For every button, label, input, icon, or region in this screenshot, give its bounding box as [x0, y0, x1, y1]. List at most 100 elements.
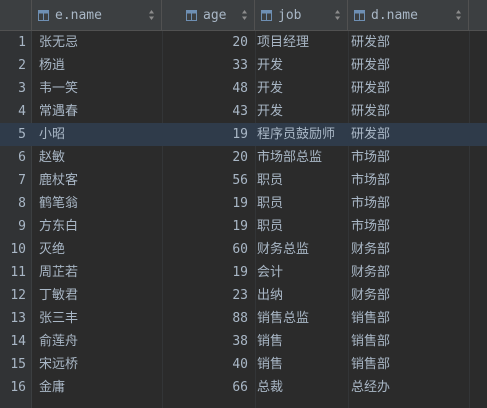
- cell-e-name[interactable]: 周芷若: [39, 261, 157, 284]
- table-row[interactable]: 12 丁敏君 23 出纳 财务部: [0, 284, 487, 307]
- column-header-age[interactable]: age: [162, 0, 255, 30]
- row-number[interactable]: 12: [0, 284, 26, 307]
- column-header-e-name[interactable]: e.name: [32, 0, 162, 30]
- cell-age[interactable]: 33: [162, 54, 248, 77]
- row-number[interactable]: 5: [0, 123, 26, 146]
- row-number[interactable]: 2: [0, 54, 26, 77]
- cell-e-name[interactable]: 鹤笔翁: [39, 192, 157, 215]
- cell-job[interactable]: 总裁: [257, 376, 347, 399]
- table-row[interactable]: 16 金庸 66 总裁 总经办: [0, 376, 487, 399]
- cell-d-name[interactable]: 研发部: [351, 77, 461, 100]
- cell-job[interactable]: 项目经理: [257, 31, 347, 54]
- cell-e-name[interactable]: 丁敏君: [39, 284, 157, 307]
- row-number[interactable]: 11: [0, 261, 26, 284]
- cell-age[interactable]: 23: [162, 284, 248, 307]
- cell-age[interactable]: 66: [162, 376, 248, 399]
- table-row[interactable]: 15 宋远桥 40 销售 销售部: [0, 353, 487, 376]
- cell-d-name[interactable]: 市场部: [351, 146, 461, 169]
- cell-job[interactable]: 财务总监: [257, 238, 347, 261]
- table-row[interactable]: 8 鹤笔翁 19 职员 市场部: [0, 192, 487, 215]
- row-number[interactable]: 10: [0, 238, 26, 261]
- cell-e-name[interactable]: 张三丰: [39, 307, 157, 330]
- cell-age[interactable]: 88: [162, 307, 248, 330]
- cell-age[interactable]: 19: [162, 123, 248, 146]
- cell-job[interactable]: 销售: [257, 330, 347, 353]
- table-row[interactable]: 6 赵敏 20 市场部总监 市场部: [0, 146, 487, 169]
- row-number[interactable]: 9: [0, 215, 26, 238]
- row-number[interactable]: 8: [0, 192, 26, 215]
- cell-job[interactable]: 职员: [257, 215, 347, 238]
- table-row[interactable]: 9 方东白 19 职员 市场部: [0, 215, 487, 238]
- row-number[interactable]: 4: [0, 100, 26, 123]
- row-number[interactable]: 15: [0, 353, 26, 376]
- cell-e-name[interactable]: 常遇春: [39, 100, 157, 123]
- column-header-d-name[interactable]: d.name: [348, 0, 469, 30]
- cell-d-name[interactable]: 销售部: [351, 353, 461, 376]
- table-row[interactable]: 7 鹿杖客 56 职员 市场部: [0, 169, 487, 192]
- cell-job[interactable]: 开发: [257, 54, 347, 77]
- cell-age[interactable]: 40: [162, 353, 248, 376]
- row-number[interactable]: 3: [0, 77, 26, 100]
- sort-icon[interactable]: [455, 9, 462, 21]
- row-number[interactable]: 1: [0, 31, 26, 54]
- cell-job[interactable]: 职员: [257, 169, 347, 192]
- cell-e-name[interactable]: 金庸: [39, 376, 157, 399]
- cell-d-name[interactable]: 销售部: [351, 330, 461, 353]
- sort-icon[interactable]: [148, 9, 155, 21]
- cell-job[interactable]: 市场部总监: [257, 146, 347, 169]
- cell-d-name[interactable]: 市场部: [351, 215, 461, 238]
- cell-d-name[interactable]: 研发部: [351, 123, 461, 146]
- cell-e-name[interactable]: 韦一笑: [39, 77, 157, 100]
- cell-e-name[interactable]: 俞莲舟: [39, 330, 157, 353]
- row-number[interactable]: 14: [0, 330, 26, 353]
- cell-age[interactable]: 20: [162, 31, 248, 54]
- cell-d-name[interactable]: 财务部: [351, 284, 461, 307]
- table-row[interactable]: 4 常遇春 43 开发 研发部: [0, 100, 487, 123]
- cell-d-name[interactable]: 研发部: [351, 31, 461, 54]
- cell-e-name[interactable]: 灭绝: [39, 238, 157, 261]
- sort-icon[interactable]: [241, 9, 248, 21]
- cell-age[interactable]: 19: [162, 261, 248, 284]
- row-number[interactable]: 6: [0, 146, 26, 169]
- cell-d-name[interactable]: 销售部: [351, 307, 461, 330]
- cell-e-name[interactable]: 杨逍: [39, 54, 157, 77]
- cell-e-name[interactable]: 赵敏: [39, 146, 157, 169]
- cell-age[interactable]: 48: [162, 77, 248, 100]
- cell-d-name[interactable]: 财务部: [351, 261, 461, 284]
- cell-e-name[interactable]: 宋远桥: [39, 353, 157, 376]
- cell-job[interactable]: 开发: [257, 100, 347, 123]
- table-row[interactable]: 5 小昭 19 程序员鼓励师 研发部: [0, 123, 487, 146]
- row-number[interactable]: 13: [0, 307, 26, 330]
- cell-age[interactable]: 19: [162, 192, 248, 215]
- cell-age[interactable]: 60: [162, 238, 248, 261]
- cell-e-name[interactable]: 张无忌: [39, 31, 157, 54]
- cell-job[interactable]: 销售: [257, 353, 347, 376]
- cell-age[interactable]: 43: [162, 100, 248, 123]
- table-row[interactable]: 2 杨逍 33 开发 研发部: [0, 54, 487, 77]
- cell-d-name[interactable]: 市场部: [351, 169, 461, 192]
- cell-e-name[interactable]: 鹿杖客: [39, 169, 157, 192]
- cell-age[interactable]: 56: [162, 169, 248, 192]
- row-number[interactable]: 7: [0, 169, 26, 192]
- cell-d-name[interactable]: 研发部: [351, 100, 461, 123]
- cell-job[interactable]: 销售总监: [257, 307, 347, 330]
- column-header-job[interactable]: job: [255, 0, 348, 30]
- cell-d-name[interactable]: 研发部: [351, 54, 461, 77]
- cell-age[interactable]: 19: [162, 215, 248, 238]
- table-row[interactable]: 13 张三丰 88 销售总监 销售部: [0, 307, 487, 330]
- table-row[interactable]: 10 灭绝 60 财务总监 财务部: [0, 238, 487, 261]
- table-row[interactable]: 11 周芷若 19 会计 财务部: [0, 261, 487, 284]
- cell-job[interactable]: 开发: [257, 77, 347, 100]
- table-row[interactable]: 3 韦一笑 48 开发 研发部: [0, 77, 487, 100]
- row-number[interactable]: 16: [0, 376, 26, 399]
- cell-job[interactable]: 程序员鼓励师: [257, 123, 347, 146]
- cell-age[interactable]: 38: [162, 330, 248, 353]
- cell-job[interactable]: 出纳: [257, 284, 347, 307]
- table-row[interactable]: 14 俞莲舟 38 销售 销售部: [0, 330, 487, 353]
- cell-job[interactable]: 职员: [257, 192, 347, 215]
- row-number-header[interactable]: [0, 0, 32, 30]
- table-row[interactable]: 1 张无忌 20 项目经理 研发部: [0, 31, 487, 54]
- sort-icon[interactable]: [334, 9, 341, 21]
- cell-d-name[interactable]: 市场部: [351, 192, 461, 215]
- cell-job[interactable]: 会计: [257, 261, 347, 284]
